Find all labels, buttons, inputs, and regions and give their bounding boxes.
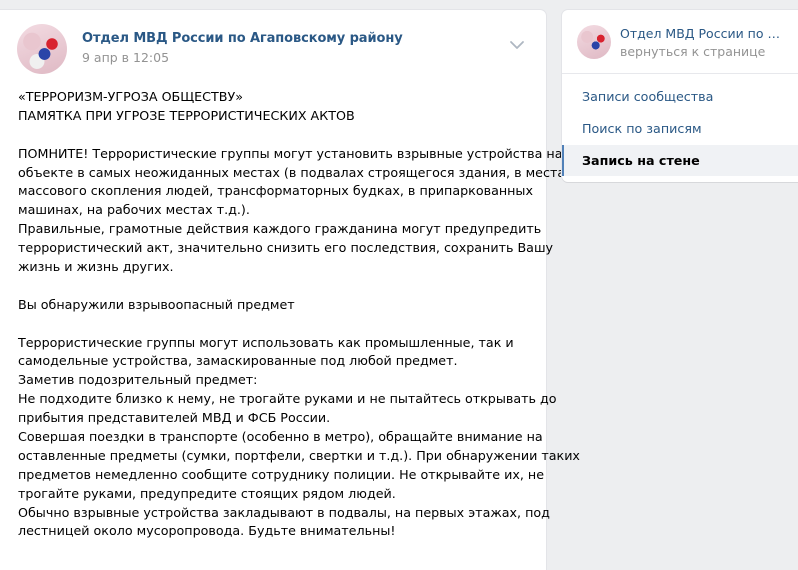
post-author[interactable]: Отдел МВД России по Агаповскому району	[82, 31, 403, 46]
sidebar-group-avatar[interactable]	[577, 25, 611, 59]
back-to-page-link[interactable]: вернуться к странице	[620, 44, 765, 59]
sidebar-item-search-posts[interactable]: Поиск по записям	[562, 113, 798, 144]
post-text-line: массового скопления людей, трансформатор…	[18, 183, 533, 199]
group-avatar[interactable]	[17, 24, 67, 74]
post-text-line: «ТЕРРОРИЗМ-УГРОЗА ОБЩЕСТВУ»	[18, 89, 243, 104]
post-text-line: Обычно взрывные устройства закладывают в…	[18, 504, 550, 520]
post-text-line: прибытия представителей МВД и ФСБ России…	[18, 410, 331, 426]
wall-post: Отдел МВД России по Агаповскому району 9…	[0, 10, 580, 570]
post-text-line: оставленные предметы (сумки, портфели, с…	[18, 447, 580, 463]
post-text-line: самодельные устройства, замаскированные …	[18, 353, 458, 369]
post-text-line: лестницей около мусоропровода. Будьте вн…	[18, 523, 396, 539]
post-text: «ТЕРРОРИЗМ-УГРОЗА ОБЩЕСТВУ» ПАМЯТКА ПРИ У…	[18, 88, 580, 541]
chevron-down-icon[interactable]	[508, 39, 526, 51]
divider	[562, 73, 798, 74]
post-text-line: Правильные, грамотные действия каждого г…	[18, 221, 542, 237]
post-text-line: предметов немедленно сообщите сотруднику…	[18, 466, 544, 482]
post-text-line: ПОМНИТЕ! Террористические группы могут у…	[18, 145, 563, 161]
sidebar-menu: Отдел МВД России по Агаповскому району в…	[562, 10, 798, 182]
post-text-line: жизнь и жизнь других.	[18, 259, 174, 275]
post-text-line: Совершая поездки в транспорте (особенно …	[18, 429, 543, 445]
post-text-line: машинах, на рабочих местах т.д.).	[18, 202, 250, 218]
sidebar-group-name[interactable]: Отдел МВД России по Агаповскому району	[620, 26, 780, 41]
sidebar-item-wall-post[interactable]: Запись на стене	[562, 145, 798, 176]
sidebar-item-community-posts[interactable]: Записи сообщества	[562, 81, 798, 112]
post-text-line: Заметив подозрительный предмет:	[18, 372, 258, 388]
post-text-line: Вы обнаружили взрывоопасный предмет	[18, 296, 295, 312]
post-text-line: Террористические группы могут использова…	[18, 334, 514, 350]
post-text-line: ПАМЯТКА ПРИ УГРОЗЕ ТЕРРОРИСТИЧЕСКИХ АКТО…	[18, 107, 355, 123]
post-text-line: Не подходите близко к нему, не трогайте …	[18, 391, 557, 407]
post-text-line: террористический акт, значительно снизит…	[18, 240, 554, 256]
post-date[interactable]: 9 апр в 12:05	[82, 50, 169, 65]
post-text-line: объекте в самых неожиданных местах (в по…	[18, 164, 573, 180]
post-text-line: трогайте руками, предупредите стоящих ря…	[18, 485, 396, 501]
